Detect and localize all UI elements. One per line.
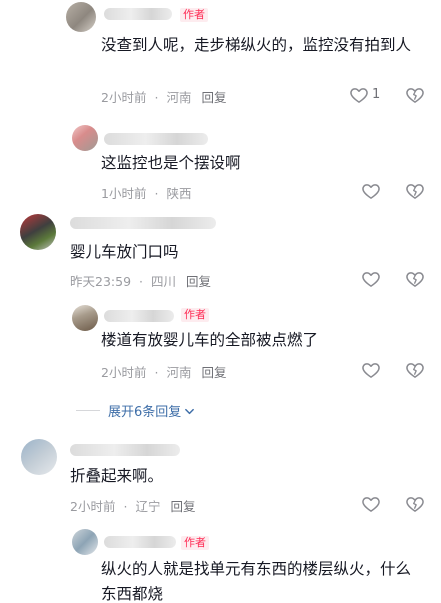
comment-text: 纵火的人就是找单元有东西的楼层纵火，什么东西都烧 (101, 560, 412, 603)
dislike-outline-icon (406, 363, 424, 378)
author-badge: 作者 (180, 8, 208, 22)
author-badge: 作者 (181, 308, 209, 322)
reply-comment-1: 作者 没查到人呢，走步梯纵火的，监控没有拍到人 2小时前 · 河南 回复 1 (0, 0, 441, 118)
username-blurred[interactable] (104, 133, 208, 145)
reply-comment-4: 作者 纵火的人就是找单元有东西的楼层纵火，什么东西都烧 (0, 522, 441, 603)
top-comment-1: 婴儿车放门口吗 昨天23:59 · 四川 回复 (0, 206, 441, 300)
comment-meta: 2小时前 · 辽宁 回复 (70, 499, 196, 514)
comment-meta: 2小时前 · 河南 回复 (101, 90, 227, 105)
expand-replies-label: 展开6条回复 (108, 405, 182, 420)
comment-time: 2小时前 (101, 90, 147, 105)
comment-text: 这监控也是个摆设啊 (101, 154, 241, 172)
dislike-button[interactable] (405, 360, 425, 380)
avatar[interactable] (72, 305, 98, 331)
chevron-down-icon (185, 408, 195, 415)
comment-text: 没查到人呢，走步梯纵火的，监控没有拍到人 (101, 36, 412, 54)
expand-replies-button[interactable]: 展开6条回复 (108, 401, 195, 420)
avatar[interactable] (21, 439, 57, 475)
top-comment-2: 折叠起来啊。 2小时前 · 辽宁 回复 (0, 430, 441, 522)
heart-outline-icon (362, 272, 380, 287)
dislike-outline-icon (406, 497, 424, 512)
avatar[interactable] (66, 2, 96, 32)
expand-divider (76, 410, 100, 411)
reply-button[interactable]: 回复 (186, 274, 211, 289)
comment-meta: 昨天23:59 · 四川 回复 (70, 274, 212, 289)
dislike-outline-icon (406, 184, 424, 199)
comment-meta: 1小时前 · 陕西 (101, 186, 192, 201)
dislike-outline-icon (406, 88, 424, 103)
reply-button[interactable]: 回复 (170, 499, 195, 514)
reply-button[interactable]: 回复 (201, 365, 226, 380)
comment-time: 2小时前 (101, 365, 147, 380)
comment-time: 2小时前 (70, 499, 116, 514)
comment-text: 折叠起来啊。 (70, 467, 164, 485)
username-blurred[interactable] (70, 217, 216, 229)
comment-text: 婴儿车放门口吗 (70, 243, 179, 261)
reply-comment-2: 这监控也是个摆设啊 1小时前 · 陕西 (0, 118, 441, 206)
comment-time: 1小时前 (101, 186, 147, 201)
heart-outline-icon (350, 88, 368, 103)
comment-location: 四川 (151, 274, 177, 289)
avatar[interactable] (72, 529, 98, 555)
comment-time: 昨天23:59 (70, 274, 132, 289)
dislike-button[interactable] (405, 494, 425, 514)
username-blurred[interactable] (70, 444, 180, 456)
username-blurred[interactable] (104, 536, 176, 548)
dislike-outline-icon (406, 272, 424, 287)
dislike-button[interactable] (405, 85, 425, 105)
comment-text: 楼道有放婴儿车的全部被点燃了 (101, 331, 319, 349)
dislike-button[interactable] (405, 269, 425, 289)
avatar[interactable] (72, 125, 98, 151)
reply-button[interactable]: 回复 (201, 90, 226, 105)
like-count: 1 (372, 87, 381, 102)
comment-meta: 2小时前 · 河南 回复 (101, 365, 227, 380)
dislike-button[interactable] (405, 181, 425, 201)
like-button[interactable] (349, 85, 369, 105)
heart-outline-icon (362, 363, 380, 378)
comment-location: 河南 (166, 90, 192, 105)
comment-location: 辽宁 (135, 499, 161, 514)
username-blurred[interactable] (104, 8, 172, 20)
like-button[interactable] (361, 494, 381, 514)
heart-outline-icon (362, 184, 380, 199)
username-blurred[interactable] (104, 310, 174, 322)
author-badge: 作者 (181, 536, 209, 550)
like-button[interactable] (361, 181, 381, 201)
heart-outline-icon (362, 497, 380, 512)
like-button[interactable] (361, 360, 381, 380)
comment-location: 河南 (166, 365, 192, 380)
avatar[interactable] (20, 214, 56, 250)
like-button[interactable] (361, 269, 381, 289)
reply-comment-3: 作者 楼道有放婴儿车的全部被点燃了 2小时前 · 河南 回复 (0, 300, 441, 392)
comment-location: 陕西 (166, 186, 192, 201)
